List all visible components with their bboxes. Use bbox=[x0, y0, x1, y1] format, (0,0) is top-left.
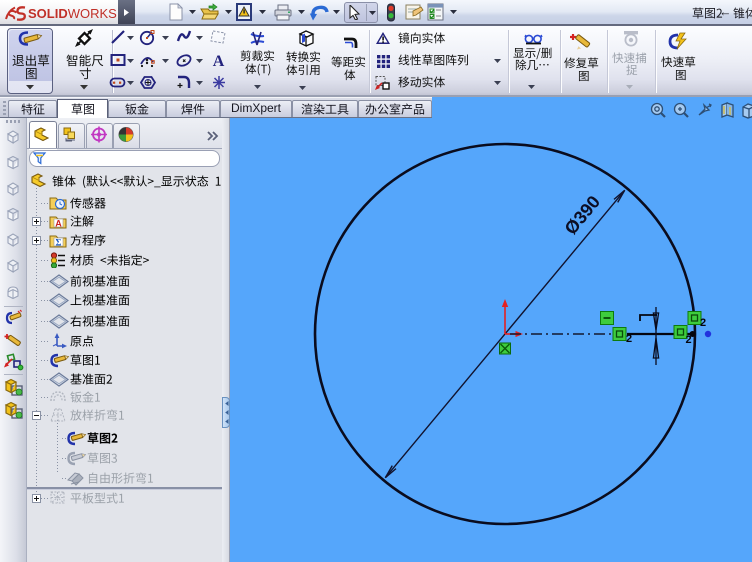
svg-text:A: A bbox=[213, 53, 225, 69]
svg-text:2: 2 bbox=[700, 317, 706, 329]
svg-text:2: 2 bbox=[626, 333, 632, 345]
svg-text:Ø390: Ø390 bbox=[561, 192, 605, 239]
svg-text:Σ: Σ bbox=[56, 238, 62, 248]
svg-text:A: A bbox=[55, 219, 62, 229]
